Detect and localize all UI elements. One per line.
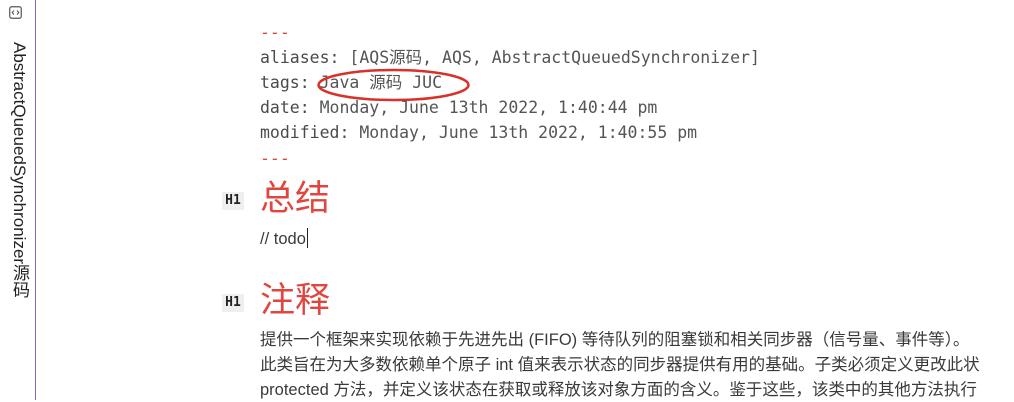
frontmatter-aliases: aliases: [AQS源码, AQS, AbstractQueuedSync…: [260, 45, 760, 70]
heading-level-badge: H1: [222, 192, 244, 210]
aliases-value: [AQS源码, AQS, AbstractQueuedSynchronizer]: [349, 48, 760, 67]
modified-value: Monday, June 13th 2022, 1:40:55 pm: [359, 123, 698, 142]
text-cursor: [306, 228, 309, 248]
modified-key: modified:: [260, 123, 350, 142]
paragraph-line[interactable]: // todo: [260, 227, 309, 251]
frontmatter-open-delimiter: ---: [260, 23, 290, 42]
heading-summary[interactable]: 总结: [260, 179, 330, 219]
editor-pane[interactable]: --- aliases: [AQS源码, AQS, AbstractQueued…: [0, 0, 1014, 400]
paragraph-line[interactable]: 此类旨在为大多数依赖单个原子 int 值来表示状态的同步器提供有用的基础。子类必…: [260, 353, 980, 377]
heading-level-badge: H1: [222, 294, 244, 312]
aliases-key: aliases:: [260, 48, 340, 67]
date-value: Monday, June 13th 2022, 1:40:44 pm: [319, 98, 658, 117]
date-key: date:: [260, 98, 310, 117]
frontmatter-modified: modified: Monday, June 13th 2022, 1:40:5…: [260, 120, 697, 145]
tags-key: tags:: [260, 73, 310, 92]
frontmatter-close-delimiter: ---: [260, 149, 290, 168]
paragraph-line[interactable]: 提供一个框架来实现依赖于先进先出 (FIFO) 等待队列的阻塞锁和相关同步器（信…: [260, 328, 969, 352]
paragraph-line[interactable]: protected 方法，并定义该状态在获取或释放该对象方面的含义。鉴于这些，该…: [260, 378, 977, 402]
heading-comments[interactable]: 注释: [260, 281, 330, 321]
frontmatter-date: date: Monday, June 13th 2022, 1:40:44 pm: [260, 95, 657, 120]
todo-text: // todo: [260, 230, 306, 248]
